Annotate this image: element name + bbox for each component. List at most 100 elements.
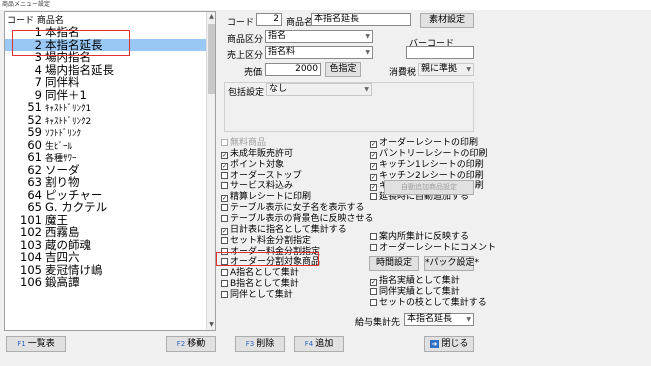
time-settings-button[interactable]: 時間設定 <box>369 256 419 271</box>
checkbox-empty-icon[interactable] <box>221 171 228 179</box>
option-label: 未成年販売許可 <box>230 148 294 159</box>
option-checkbox[interactable]: B指名として集計 <box>221 279 299 290</box>
option-label: A指名として集計 <box>230 268 299 279</box>
tax-select[interactable]: 親に準拠 ▼ <box>418 63 474 76</box>
option-checkbox[interactable]: ✓ オーダーレシートの印刷 <box>370 138 478 149</box>
list-item-code: 104 <box>20 250 42 264</box>
checkbox-checked-icon[interactable]: ✓ <box>370 141 377 148</box>
salary-label: 給与集計先 <box>355 318 401 328</box>
pack-settings-button[interactable]: *パック設定* <box>424 256 479 271</box>
checkbox-empty-icon[interactable] <box>221 258 228 266</box>
move-button[interactable]: F2 移動 <box>166 336 216 352</box>
checkbox-checked-icon[interactable]: ✓ <box>370 151 377 159</box>
option-checkbox[interactable]: ✓ 未成年販売許可 <box>221 149 293 160</box>
option-checkbox[interactable]: テーブル表示の背景色に反映させる <box>221 214 373 225</box>
option-label: テーブル表示の背景色に反映させる <box>230 213 374 224</box>
option-checkbox[interactable]: オーダーレシートにコメント <box>370 243 496 254</box>
sales-select[interactable]: 指名料 ▼ <box>265 46 373 59</box>
checkbox-empty-icon[interactable] <box>221 290 228 298</box>
list-item-name: 同伴料 <box>45 75 80 89</box>
option-checkbox[interactable]: サービス料込み <box>221 181 293 192</box>
checkbox-checked-icon[interactable]: ✓ <box>370 173 377 181</box>
checkbox-empty-icon[interactable] <box>370 233 377 240</box>
checkbox-empty-icon[interactable] <box>221 247 228 255</box>
checkbox-empty-icon[interactable] <box>221 280 228 288</box>
option-checkbox[interactable]: ✓ ポイント対象 <box>221 160 284 171</box>
checkbox-empty-icon[interactable] <box>370 298 377 306</box>
checkbox-checked-icon[interactable]: ✓ <box>370 162 377 170</box>
category-select[interactable]: 指名 ▼ <box>265 30 373 43</box>
add-label: 追加 <box>315 339 334 349</box>
checkbox-checked-icon[interactable]: ✓ <box>370 279 377 286</box>
option-checkbox[interactable]: A指名として集計 <box>221 268 299 279</box>
option-checkbox[interactable]: テーブル表示に女子名を表示する <box>221 203 364 214</box>
option-checkbox[interactable]: セットの枝として集計する <box>370 298 487 309</box>
option-checkbox[interactable]: オーダー分割対象商品 <box>221 257 320 268</box>
list-item[interactable]: 65 G. カクテル <box>5 201 208 214</box>
option-checkbox[interactable]: オーダーストップ <box>221 171 302 182</box>
add-button[interactable]: F4 追加 <box>294 336 344 352</box>
product-list[interactable]: コード 商品名 1 本指名 2 本指名延長 3 場内指名 4 場内指名延長 7 同伴料 9 同伴＋1 5… <box>4 11 216 331</box>
option-label: 指名実績として集計 <box>379 276 460 286</box>
checkbox-empty-icon[interactable] <box>221 182 228 190</box>
auto-add-settings-button[interactable]: 自動追加商品設定 <box>384 180 474 195</box>
scroll-down-icon[interactable]: ▼ <box>207 320 216 330</box>
list-item[interactable]: 61 各種ｻﾜｰ <box>5 151 208 164</box>
checkbox-checked-icon[interactable]: ✓ <box>221 162 228 170</box>
close-button[interactable]: ➜ 閉じる <box>424 336 474 352</box>
option-checkbox[interactable]: ✓ 精算レシートに印刷 <box>221 192 311 203</box>
package-label: 包括設定 <box>228 88 265 98</box>
option-checkbox[interactable]: 案内所集計に反映する <box>370 232 469 243</box>
list-item[interactable]: 104 吉四六 <box>5 251 208 264</box>
tax-value: 親に準拠 <box>421 64 458 74</box>
list-item-name: 生ﾋﾞｰﾙ <box>45 141 73 152</box>
delete-icon: F3 <box>245 340 255 348</box>
option-checkbox[interactable]: オーダー料金分割指定 <box>221 247 320 258</box>
checkbox-checked-icon[interactable]: ✓ <box>221 195 228 203</box>
option-checkbox[interactable]: ✓ 日計表に指名として集計する <box>221 225 347 236</box>
salary-select[interactable]: 本指名延長 ▼ <box>404 313 474 326</box>
list-item[interactable]: 51 ｷｬｽﾄﾄﾞﾘﾝｸ1 <box>5 101 208 114</box>
delete-button[interactable]: F3 削除 <box>235 336 285 352</box>
list-scrollbar[interactable]: ▲ ▼ <box>206 12 215 330</box>
list-item[interactable]: 63 割り物 <box>5 176 208 189</box>
list-item[interactable]: 102 西霧島 <box>5 226 208 239</box>
option-checkbox[interactable]: セット料金分割指定 <box>221 236 311 247</box>
checkbox-empty-icon[interactable] <box>221 139 228 146</box>
option-checkbox[interactable]: ✓ キッチン1レシートの印刷 <box>370 160 484 171</box>
checkbox-empty-icon[interactable] <box>221 269 228 277</box>
barcode-input[interactable] <box>406 46 474 59</box>
checkbox-empty-icon[interactable] <box>370 193 377 201</box>
list-item[interactable]: 59 ｿﾌﾄﾄﾞﾘﾝｸ <box>5 126 208 139</box>
option-checkbox[interactable]: 同伴として集計 <box>221 290 293 301</box>
package-select[interactable]: なし ▼ <box>266 83 372 96</box>
list-item[interactable]: 7 同伴料 <box>5 76 208 89</box>
option-checkbox[interactable]: ✓ 指名実績として集計 <box>370 276 460 287</box>
checkbox-empty-icon[interactable] <box>370 243 377 251</box>
option-checkbox[interactable]: 同伴実績として集計 <box>370 287 460 298</box>
scroll-thumb[interactable] <box>208 24 215 94</box>
list-item-name: 西霧島 <box>45 225 80 239</box>
checkbox-checked-icon[interactable]: ✓ <box>370 184 377 192</box>
list-item[interactable]: 3 場内指名 <box>5 51 208 64</box>
name-input[interactable]: 本指名延長 <box>311 13 411 26</box>
price-input[interactable]: 2000 <box>265 63 321 76</box>
color-button[interactable]: 色指定 <box>325 62 361 77</box>
list-view-button[interactable]: F1 一覧表 <box>6 336 66 352</box>
option-label: サービス料込み <box>230 181 294 192</box>
list-item[interactable]: 1 本指名 <box>5 26 208 39</box>
scroll-up-icon[interactable]: ▲ <box>207 12 216 22</box>
checkbox-checked-icon[interactable]: ✓ <box>221 227 228 235</box>
header-code: コード <box>7 16 35 26</box>
option-checkbox[interactable]: ✓ パントリーレシートの印刷 <box>370 149 487 160</box>
checkbox-checked-icon[interactable]: ✓ <box>221 151 228 159</box>
checkbox-empty-icon[interactable] <box>221 204 228 212</box>
option-label: オーダーストップ <box>230 170 302 181</box>
checkbox-empty-icon[interactable] <box>370 287 377 295</box>
material-settings-button[interactable]: 素材設定 <box>420 13 474 28</box>
option-checkbox[interactable]: 無料商品 <box>221 138 266 149</box>
code-input[interactable]: 2 <box>256 13 282 26</box>
list-item[interactable]: 106 鍛高譚 <box>5 276 208 289</box>
checkbox-empty-icon[interactable] <box>221 236 228 244</box>
checkbox-empty-icon[interactable] <box>221 214 228 222</box>
